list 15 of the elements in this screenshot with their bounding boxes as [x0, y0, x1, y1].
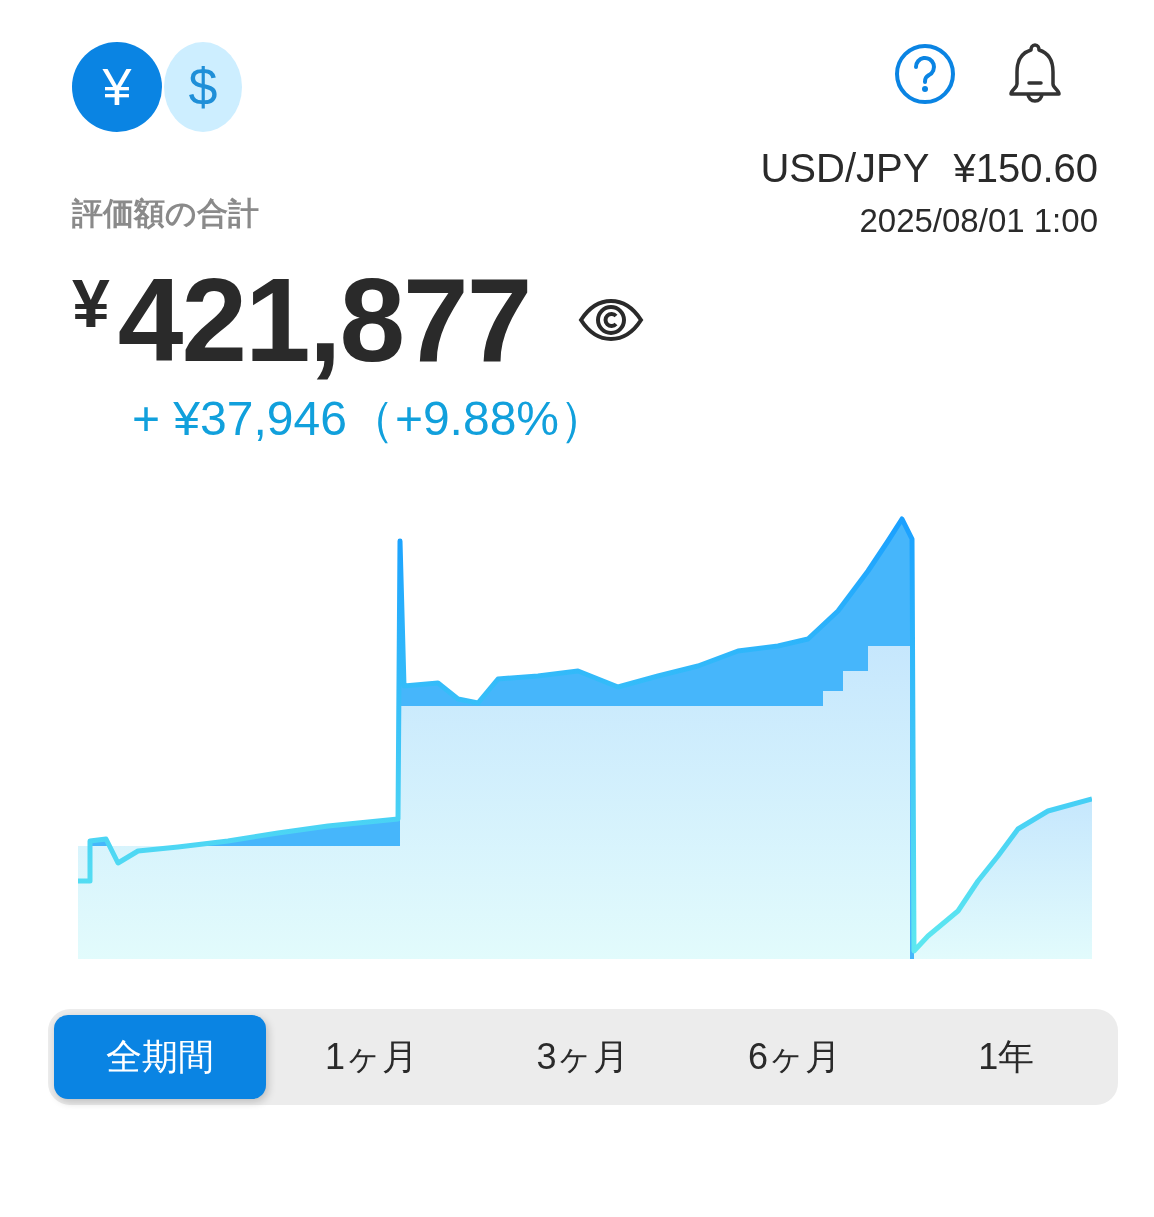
eye-icon[interactable]: [578, 298, 645, 342]
total-amount: 421,877: [117, 261, 531, 379]
period-tab[interactable]: 1年: [900, 1015, 1112, 1099]
period-tab[interactable]: 全期間: [54, 1015, 266, 1099]
currency-toggle[interactable]: ¥: [72, 42, 162, 132]
period-tab[interactable]: 3ヶ月: [477, 1015, 689, 1099]
help-icon[interactable]: [894, 42, 956, 106]
currency-pair: USD/JPY: [760, 148, 930, 188]
change-amount: + ¥37,946（+9.88%）: [132, 395, 608, 443]
period-tab[interactable]: 1ヶ月: [265, 1015, 478, 1099]
period-tab[interactable]: 6ヶ月: [688, 1015, 901, 1099]
timestamp: 2025/08/01 1:00: [859, 204, 1098, 237]
currency-symbol: ¥: [72, 269, 110, 337]
total-label: 評価額の合計: [72, 194, 259, 233]
exchange-rate: ¥150.60: [953, 148, 1098, 188]
